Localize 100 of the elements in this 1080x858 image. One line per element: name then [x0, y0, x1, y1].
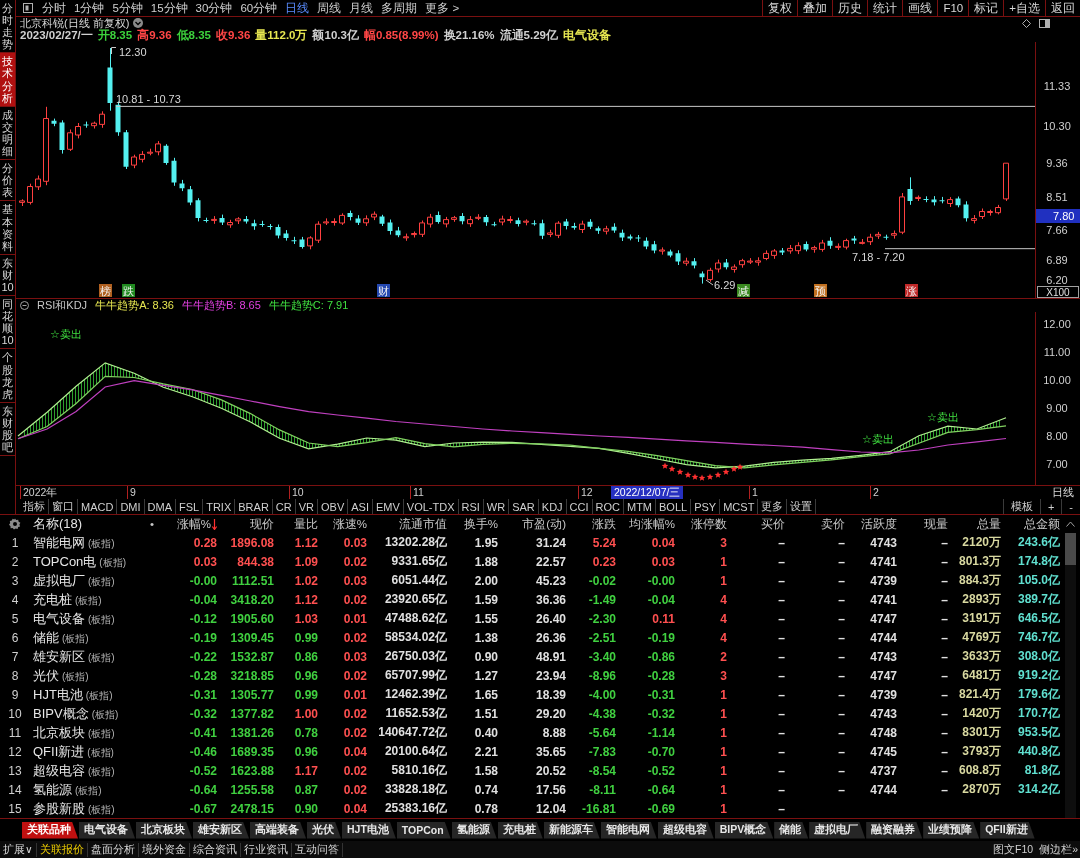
- sector-name[interactable]: 储能: [33, 628, 59, 647]
- related-tab[interactable]: 新能源车: [543, 821, 600, 839]
- sector-name[interactable]: 北京板块: [33, 723, 85, 742]
- period-tab[interactable]: 分时: [42, 0, 66, 16]
- indicator-tool-button[interactable]: 模板: [1002, 499, 1040, 514]
- sector-name[interactable]: HJT电池: [33, 685, 83, 704]
- indicator-tab[interactable]: BOLL: [656, 499, 692, 514]
- sector-name[interactable]: BIPV概念: [33, 704, 89, 723]
- related-tab[interactable]: 雄安新区: [193, 821, 249, 839]
- column-header[interactable]: 量比: [274, 516, 318, 532]
- scrollbar-thumb[interactable]: [1064, 533, 1076, 565]
- sidebar-tab[interactable]: 东财10: [0, 254, 15, 297]
- column-header[interactable]: 流通市值: [367, 516, 447, 532]
- scroll-up-icon[interactable]: [1065, 521, 1075, 527]
- indicator-tab[interactable]: FSL: [176, 499, 204, 514]
- related-tab[interactable]: 充电桩: [497, 821, 543, 839]
- column-header[interactable]: 总金额: [1001, 516, 1060, 532]
- period-tab[interactable]: 5分钟: [112, 0, 143, 16]
- indicator-tab[interactable]: TRIX: [203, 499, 236, 514]
- toolbar-button[interactable]: 统计: [867, 0, 903, 16]
- sidebar-tab[interactable]: 个股龙虎: [0, 349, 15, 403]
- diamond-icon[interactable]: [1022, 18, 1031, 28]
- indicator-tab[interactable]: BRAR: [235, 499, 273, 514]
- column-header[interactable]: 涨幅%: [170, 516, 217, 532]
- sidebar-tab[interactable]: 基本资料: [0, 201, 15, 255]
- toolbar-button[interactable]: 复权: [762, 0, 798, 16]
- indicator-tab[interactable]: 更多: [758, 499, 788, 514]
- related-tab[interactable]: 业绩预降: [923, 821, 980, 839]
- indicator-tab[interactable]: 指标: [20, 499, 49, 514]
- related-tab[interactable]: TOPCon: [396, 821, 451, 839]
- period-tab[interactable]: 多周期: [381, 0, 418, 16]
- indicator-tab[interactable]: CR: [272, 499, 296, 514]
- column-header[interactable]: 市盈(动): [498, 516, 566, 532]
- sector-name[interactable]: 光伏: [33, 666, 59, 685]
- indicator-tool-button[interactable]: -: [1061, 499, 1080, 514]
- indicator-tab[interactable]: VR: [295, 499, 318, 514]
- related-tab[interactable]: BIPV概念: [714, 821, 774, 839]
- related-tab[interactable]: 虚拟电厂: [809, 821, 866, 839]
- circle-icon[interactable]: [20, 301, 29, 310]
- related-tab[interactable]: 关联品种: [22, 821, 78, 839]
- toolbar-button[interactable]: +自选: [1003, 0, 1045, 16]
- indicator-title[interactable]: RSI和KDJ: [37, 298, 88, 313]
- toolbar-button[interactable]: 返回: [1045, 0, 1080, 16]
- indicator-tab[interactable]: PSY: [691, 499, 721, 514]
- sector-name[interactable]: 充电桩: [33, 590, 72, 609]
- toolbar-button[interactable]: 历史: [832, 0, 868, 16]
- status-button[interactable]: 侧边栏»: [1039, 842, 1078, 857]
- related-tab[interactable]: 北京板块: [136, 821, 192, 839]
- panel-icon[interactable]: [23, 3, 33, 13]
- period-tab[interactable]: 月线: [349, 0, 374, 16]
- settings-icon[interactable]: [9, 518, 21, 530]
- indicator-tab[interactable]: MACD: [78, 499, 118, 514]
- sector-name[interactable]: 智能电网: [33, 533, 85, 552]
- period-tab[interactable]: 15分钟: [150, 0, 188, 16]
- event-mark[interactable]: 跌: [122, 284, 135, 297]
- indicator-tab[interactable]: WR: [483, 499, 510, 514]
- related-tab[interactable]: 电气设备: [79, 821, 135, 839]
- status-button[interactable]: 图文F10: [993, 842, 1034, 857]
- sector-name[interactable]: 电气设备: [33, 609, 85, 628]
- sidebar-tab[interactable]: 技术分析: [0, 53, 15, 107]
- period-tab[interactable]: 日线: [285, 0, 310, 16]
- indicator-tab[interactable]: SAR: [509, 499, 539, 514]
- scale-button[interactable]: X100: [1037, 286, 1079, 298]
- indicator-tab[interactable]: 设置: [787, 499, 817, 514]
- toolbar-button[interactable]: 画线: [902, 0, 938, 16]
- related-tab[interactable]: 氢能源: [451, 821, 497, 839]
- toolbar-button[interactable]: 标记: [968, 0, 1004, 16]
- sidebar-tab[interactable]: 东财股吧: [0, 402, 15, 457]
- status-tab[interactable]: 互动问答: [291, 842, 343, 857]
- event-mark[interactable]: 涨: [905, 284, 918, 297]
- column-header[interactable]: 涨停数: [675, 516, 727, 532]
- indicator-tab[interactable]: MCST: [720, 499, 759, 514]
- related-tab[interactable]: 超级电容: [657, 821, 714, 839]
- related-tab[interactable]: 高端装备: [250, 821, 306, 839]
- event-mark[interactable]: 榜: [99, 284, 112, 297]
- column-header[interactable]: 买价: [727, 516, 785, 532]
- indicator-tab[interactable]: DMA: [144, 499, 176, 514]
- event-mark[interactable]: 减: [737, 284, 750, 297]
- event-mark[interactable]: 财: [377, 284, 390, 297]
- scrollbar-track[interactable]: [1064, 533, 1076, 818]
- sector-name[interactable]: 氢能源: [33, 780, 72, 799]
- column-header[interactable]: 活跃度: [845, 516, 897, 532]
- related-tab[interactable]: 光伏: [307, 821, 341, 839]
- column-header[interactable]: 总量: [948, 516, 1001, 532]
- indicator-tab[interactable]: ASI: [348, 499, 373, 514]
- dropdown-icon[interactable]: [133, 18, 144, 29]
- toolbar-button[interactable]: 叠加: [797, 0, 833, 16]
- status-tab[interactable]: 扩展∨: [0, 842, 37, 857]
- period-tab[interactable]: 1分钟: [74, 0, 105, 16]
- indicator-tab[interactable]: RSI: [458, 499, 484, 514]
- related-tab[interactable]: 储能: [774, 821, 809, 839]
- sector-name[interactable]: 超级电容: [33, 761, 85, 780]
- indicator-tab[interactable]: KDJ: [538, 499, 567, 514]
- related-tab[interactable]: 智能电网: [600, 821, 657, 839]
- indicator-tab[interactable]: DMI: [117, 499, 145, 514]
- sector-name[interactable]: TOPCon电: [33, 552, 97, 571]
- sector-name[interactable]: 参股新股: [33, 799, 85, 818]
- sector-name[interactable]: 雄安新区: [33, 647, 85, 666]
- indicator-tab[interactable]: ROC: [592, 499, 624, 514]
- column-header[interactable]: 现量: [897, 516, 948, 532]
